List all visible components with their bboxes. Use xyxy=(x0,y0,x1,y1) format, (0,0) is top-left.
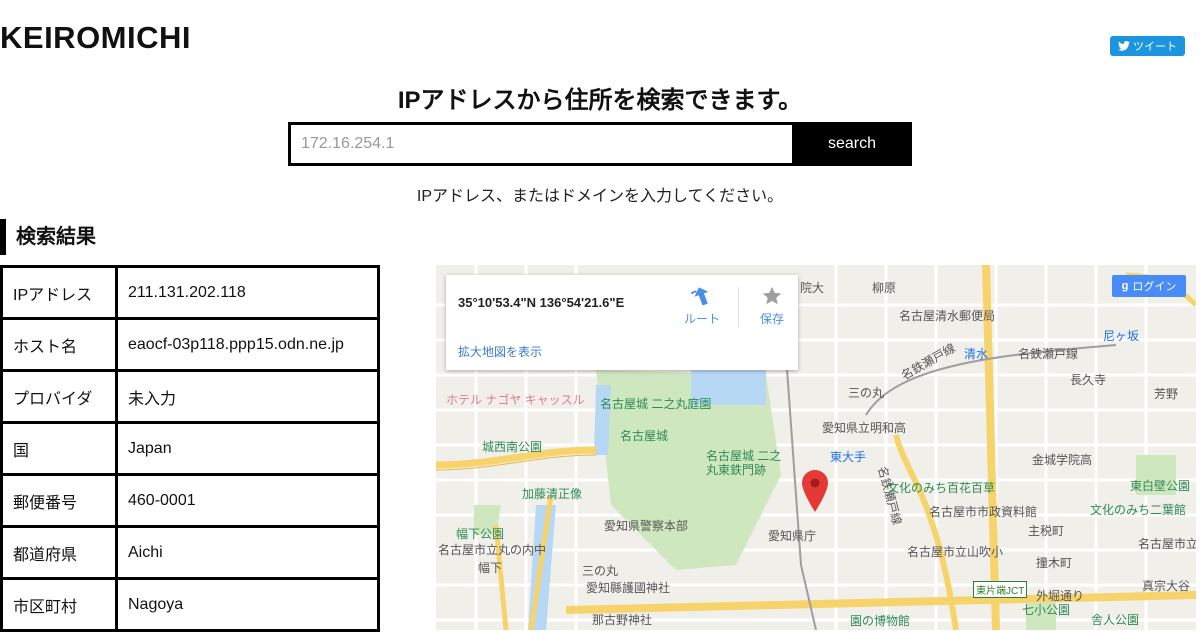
results-section-title: 検索結果 xyxy=(0,219,96,255)
results-table: IPアドレス 211.131.202.118 ホスト名 eaocf-03p118.pp… xyxy=(0,265,380,632)
google-plus-icon: g xyxy=(1121,280,1129,292)
result-key: 郵便番号 xyxy=(0,473,118,528)
map-label-shimizu[interactable]: 清水 xyxy=(964,345,988,362)
result-key: 国 xyxy=(0,421,118,476)
search-hint: IPアドレス、またはドメインを入力してください。 xyxy=(416,188,784,205)
map-label-police[interactable]: 愛知県警察本部 xyxy=(604,517,688,534)
table-row: 国 Japan xyxy=(0,421,380,476)
result-key: ホスト名 xyxy=(0,317,118,372)
result-value: Nagoya xyxy=(115,577,380,632)
map-label-kato-statue[interactable]: 加藤清正像 xyxy=(522,485,582,502)
result-value: Japan xyxy=(115,421,380,476)
map-label-castle-ninomaru[interactable]: 名古屋城 二之丸庭園 xyxy=(600,395,711,412)
map-label-kinjo-gakuin[interactable]: 金城学院高 xyxy=(1032,451,1092,468)
map-label-gokoku[interactable]: 愛知縣護國神社 xyxy=(586,579,670,596)
result-value: eaocf-03p118.ppp15.odn.ne.jp xyxy=(115,317,380,372)
map-label-meijo-station[interactable]: 名古屋城 二之丸東鉄門跡 xyxy=(706,449,790,477)
table-row: IPアドレス 211.131.202.118 xyxy=(0,265,380,320)
map-label-shirakabe-elem[interactable]: 名古屋市立白壁小 xyxy=(1138,535,1196,552)
map-label-museum[interactable]: 園の博物館 xyxy=(850,612,910,629)
site-logo[interactable]: KEIROMICHI xyxy=(0,20,191,56)
twitter-bird-icon xyxy=(1118,41,1130,51)
tweet-button[interactable]: ツイート xyxy=(1110,36,1185,56)
result-key: 市区町村 xyxy=(0,577,118,632)
result-key: IPアドレス xyxy=(0,265,118,320)
map-label-sannomaru-2: 三の丸 xyxy=(582,564,619,578)
result-value: 未入力 xyxy=(115,369,380,424)
map-label-shukei: 主税町 xyxy=(1028,524,1065,538)
page-headline: IPアドレスから住所を検索できます。 xyxy=(397,87,803,114)
tweet-label: ツイート xyxy=(1133,41,1177,53)
table-row: 市区町村 Nagoya xyxy=(0,577,380,632)
map-label-nagoya-shrine[interactable]: 那古野神社 xyxy=(592,611,652,628)
map-label-marunouchi[interactable]: 名古屋市立丸の内中 xyxy=(438,541,546,558)
table-row: プロバイダ 未入力 xyxy=(0,369,380,424)
table-row: 郵便番号 460-0001 xyxy=(0,473,380,528)
map-label-sannomaru: 三の丸 xyxy=(848,386,885,400)
search-button[interactable]: search xyxy=(792,122,912,166)
ip-search-input[interactable] xyxy=(288,122,792,166)
map-label-castle[interactable]: 名古屋城 xyxy=(620,427,668,444)
map-label-higashiote[interactable]: 東大手 xyxy=(830,448,866,465)
map-label-haba: 幅下 xyxy=(478,561,503,575)
enlarge-map-link[interactable]: 拡大地図を表示 xyxy=(458,343,542,360)
map-label-junction: 東片端JCT xyxy=(973,581,1028,598)
location-pin-icon[interactable] xyxy=(802,470,828,517)
map-coordinates: 35°10'53.4"N 136°54'21.6"E xyxy=(458,295,625,310)
map-label-sohaku: 撞木町 xyxy=(1036,556,1073,570)
card-divider xyxy=(738,287,739,327)
map-label-meitetsu-seto-2: 名鉄瀬戸線 xyxy=(1018,347,1079,361)
map-label-shichiku-park[interactable]: 七小公園 xyxy=(1022,601,1070,618)
map-label-nigaka[interactable]: 尼ヶ坂 xyxy=(1103,327,1139,344)
result-value: 211.131.202.118 xyxy=(115,265,380,320)
map-info-card: 35°10'53.4"N 136°54'21.6"E ルート 保存 拡大地図を表… xyxy=(446,275,798,370)
table-row: ホスト名 eaocf-03p118.ppp15.odn.ne.jp xyxy=(0,317,380,372)
map-label-hotel[interactable]: ホテル ナゴヤ キャッスル xyxy=(446,391,585,408)
save-label: 保存 xyxy=(759,312,784,326)
map-label-shimizu-post[interactable]: 名古屋清水郵便局 xyxy=(899,307,995,324)
table-row: 都道府県 Aichi xyxy=(0,525,380,580)
result-key: 都道府県 xyxy=(0,525,118,580)
map-embed[interactable]: 名古屋清水郵便局 院大 柳原 尼ヶ坂 名鉄瀬戸線 清水 名鉄瀬戸線 長久寺 芳野… xyxy=(436,265,1196,630)
map-label-higashi-shirakabe[interactable]: 東白壁公園 xyxy=(1130,477,1190,494)
map-label-yanagihara: 柳原 xyxy=(872,281,897,295)
search-form: search xyxy=(288,122,912,166)
result-value: 460-0001 xyxy=(115,473,380,528)
map-login-label: ログイン xyxy=(1132,281,1177,293)
map-label-hinata-park[interactable]: 幅下公園 xyxy=(456,525,504,542)
map-label-city-hall-museum[interactable]: 名古屋市市政資料館 xyxy=(929,503,1037,520)
map-label-tachibana[interactable]: 名古屋市立山吹小 xyxy=(907,543,1003,560)
result-value: Aichi xyxy=(115,525,380,580)
map-label-budokan[interactable]: 愛知県立明和高 xyxy=(822,419,906,436)
route-label: ルート xyxy=(683,312,720,326)
map-label-chokyuji[interactable]: 長久寺 xyxy=(1070,371,1106,388)
map-label-josei-park[interactable]: 城西南公園 xyxy=(482,438,542,455)
directions-icon xyxy=(690,287,709,306)
map-label-shinde[interactable]: 真宗大谷 xyxy=(1142,577,1190,594)
star-icon xyxy=(762,286,782,305)
map-label-bunka-hyakka[interactable]: 文化のみち百花百草 xyxy=(887,479,995,496)
map-label-kaikan: 院大 xyxy=(800,281,825,295)
save-button[interactable]: 保存 xyxy=(744,285,800,327)
map-label-houji: 芳野 xyxy=(1154,387,1179,401)
map-label-pref-office[interactable]: 愛知県庁 xyxy=(768,527,816,544)
map-label-sekisui[interactable]: 舎人公園 xyxy=(1091,611,1139,628)
map-label-bunka-futaba[interactable]: 文化のみち二葉館 xyxy=(1090,501,1186,518)
map-login-button[interactable]: g ログイン xyxy=(1112,275,1186,297)
route-button[interactable]: ルート xyxy=(674,285,730,327)
result-key: プロバイダ xyxy=(0,369,118,424)
